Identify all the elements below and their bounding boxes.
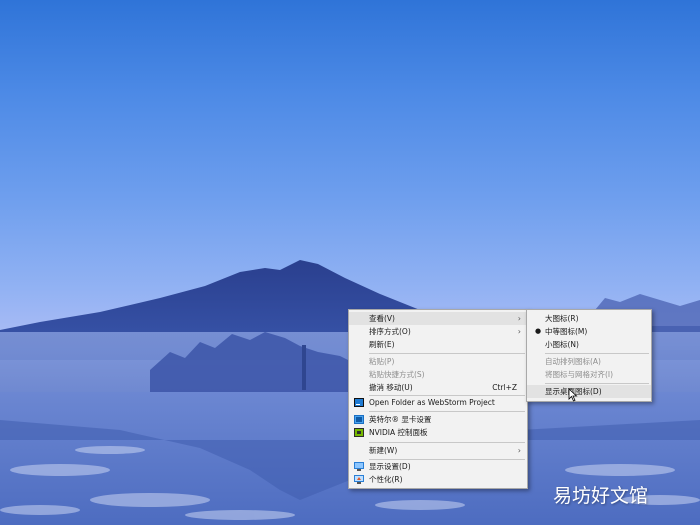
webstorm-icon [354, 398, 364, 407]
menu-item-view-label: 查看(V) [369, 314, 395, 323]
menu-item-display-settings[interactable]: 显示设置(D) [349, 460, 527, 473]
chevron-right-icon: › [517, 314, 521, 323]
submenu-item-auto-arrange-label: 自动排列图标(A) [545, 357, 601, 366]
menu-item-display-settings-label: 显示设置(D) [369, 462, 411, 471]
menu-item-intel-graphics[interactable]: 英特尔® 显卡设置 [349, 413, 527, 426]
submenu-item-auto-arrange[interactable]: 自动排列图标(A) [527, 355, 651, 368]
mouse-cursor-icon [568, 388, 578, 402]
menu-item-new[interactable]: 新建(W) › [349, 444, 527, 457]
menu-item-intel-graphics-label: 英特尔® 显卡设置 [369, 415, 432, 424]
menu-item-undo-move-label: 撤消 移动(U) [369, 383, 413, 392]
menu-item-new-label: 新建(W) [369, 446, 398, 455]
menu-item-paste-label: 粘贴(P) [369, 357, 395, 366]
menu-item-paste-shortcut-label: 粘贴快捷方式(S) [369, 370, 425, 379]
submenu-item-align-to-grid-label: 将图标与网格对齐(I) [545, 370, 614, 379]
display-icon [354, 462, 364, 471]
submenu-item-medium-icons-label: 中等图标(M) [545, 327, 588, 336]
submenu-item-large-icons-label: 大图标(R) [545, 314, 579, 323]
menu-item-refresh[interactable]: 刷新(E) [349, 338, 527, 351]
menu-item-sort-by-label: 排序方式(O) [369, 327, 411, 336]
menu-item-undo-shortcut: Ctrl+Z [492, 383, 517, 392]
radio-dot-icon: ● [535, 327, 542, 335]
submenu-item-align-to-grid[interactable]: 将图标与网格对齐(I) [527, 368, 651, 381]
submenu-item-small-icons-label: 小图标(N) [545, 340, 579, 349]
personalize-icon [354, 475, 364, 484]
menu-separator [545, 353, 649, 354]
menu-item-sort-by[interactable]: 排序方式(O) › [349, 325, 527, 338]
menu-item-nvidia-panel[interactable]: NVIDIA 控制面板 [349, 426, 527, 439]
menu-separator [369, 353, 525, 354]
submenu-item-large-icons[interactable]: 大图标(R) [527, 312, 651, 325]
chevron-right-icon: › [517, 446, 521, 455]
submenu-item-medium-icons[interactable]: ● 中等图标(M) [527, 325, 651, 338]
view-submenu: 大图标(R) ● 中等图标(M) 小图标(N) 自动排列图标(A) 将图标与网格… [526, 309, 652, 402]
menu-item-personalize-label: 个性化(R) [369, 475, 403, 484]
nvidia-icon [354, 428, 364, 437]
menu-item-view[interactable]: 查看(V) › [349, 312, 527, 325]
menu-item-paste-shortcut[interactable]: 粘贴快捷方式(S) [349, 368, 527, 381]
submenu-item-small-icons[interactable]: 小图标(N) [527, 338, 651, 351]
menu-item-personalize[interactable]: 个性化(R) [349, 473, 527, 486]
submenu-item-show-desktop-icons[interactable]: 显示桌面图标(D) [527, 385, 651, 398]
menu-item-undo-move[interactable]: 撤消 移动(U) Ctrl+Z [349, 381, 527, 394]
menu-item-paste[interactable]: 粘贴(P) [349, 355, 527, 368]
menu-separator [545, 383, 649, 384]
menu-separator [369, 442, 525, 443]
menu-separator [369, 411, 525, 412]
chevron-right-icon: › [517, 327, 521, 336]
desktop-context-menu: 查看(V) › 排序方式(O) › 刷新(E) 粘贴(P) 粘贴快捷方式(S) … [348, 309, 528, 489]
menu-item-open-webstorm[interactable]: Open Folder as WebStorm Project [349, 396, 527, 409]
desktop-wallpaper[interactable]: 查看(V) › 排序方式(O) › 刷新(E) 粘贴(P) 粘贴快捷方式(S) … [0, 0, 700, 525]
menu-item-open-webstorm-label: Open Folder as WebStorm Project [369, 398, 495, 407]
watermark-text: 易坊好文馆 [553, 485, 649, 507]
menu-item-nvidia-panel-label: NVIDIA 控制面板 [369, 428, 428, 437]
intel-graphics-icon [354, 415, 364, 424]
menu-item-refresh-label: 刷新(E) [369, 340, 395, 349]
